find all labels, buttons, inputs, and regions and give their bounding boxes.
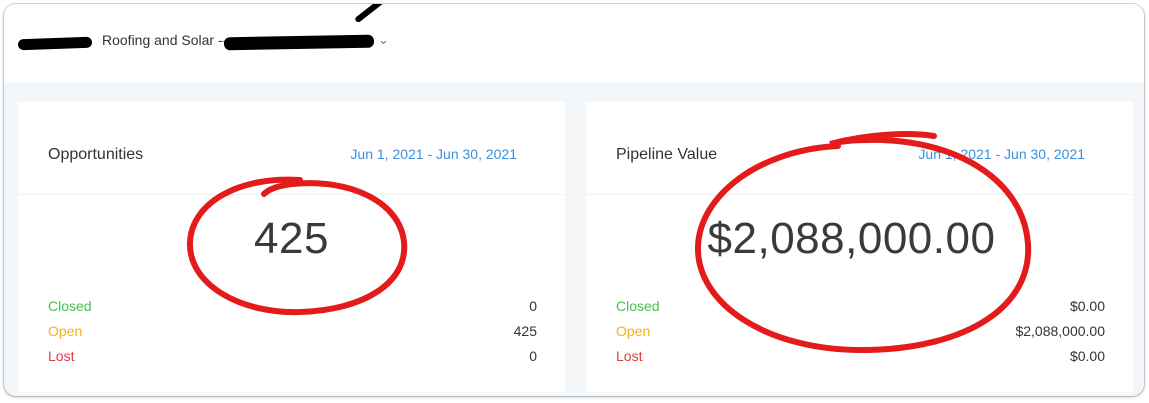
- chevron-down-icon[interactable]: ⌄: [378, 32, 389, 48]
- card-title: Pipeline Value: [616, 146, 718, 163]
- pipeline-value-card: Pipeline Value Jun 1, 2021 - Jun 30, 202…: [586, 102, 1133, 392]
- status-label: Open: [616, 323, 651, 339]
- status-label: Closed: [616, 298, 660, 314]
- status-value: 0: [529, 298, 537, 314]
- redaction-mark: [223, 34, 375, 51]
- date-range-link[interactable]: Jun 1, 2021 - Jun 30, 2021: [918, 146, 1085, 162]
- dashboard-frame: Roofing and Solar -- ⌄ Opportunities Jun…: [4, 4, 1144, 396]
- status-value: $0.00: [1069, 298, 1105, 314]
- opportunities-total: 425: [254, 214, 329, 263]
- card-title: Opportunities: [48, 146, 144, 163]
- status-label: Lost: [616, 348, 643, 364]
- status-value: $0.00: [1069, 348, 1105, 364]
- status-label: Lost: [48, 348, 75, 364]
- pipeline-total: $2,088,000.00: [707, 214, 996, 263]
- status-value: $2,088,000.00: [1015, 323, 1105, 339]
- date-range-link[interactable]: Jun 1, 2021 - Jun 30, 2021: [350, 146, 517, 162]
- opportunities-card: Opportunities Jun 1, 2021 - Jun 30, 2021…: [18, 102, 565, 392]
- status-label: Open: [48, 323, 83, 339]
- card-header: Pipeline Value Jun 1, 2021 - Jun 30, 202…: [586, 102, 1133, 195]
- status-row-lost: Lost 0: [48, 348, 537, 373]
- status-row-closed: Closed $0.00: [616, 298, 1105, 323]
- status-row-closed: Closed 0: [48, 298, 537, 323]
- account-name: Roofing and Solar --: [102, 32, 228, 48]
- redaction-mark: [17, 36, 93, 51]
- status-row-lost: Lost $0.00: [616, 348, 1105, 373]
- status-breakdown: Closed 0 Open 425 Lost 0: [48, 298, 537, 373]
- status-breakdown: Closed $0.00 Open $2,088,000.00 Lost $0.…: [616, 298, 1105, 373]
- status-value: 425: [513, 323, 537, 339]
- redaction-mark: [354, 4, 390, 24]
- status-row-open: Open 425: [48, 323, 537, 348]
- top-bar: Roofing and Solar -- ⌄: [4, 4, 1144, 82]
- status-row-open: Open $2,088,000.00: [616, 323, 1105, 348]
- status-label: Closed: [48, 298, 92, 314]
- status-value: 0: [529, 348, 537, 364]
- card-header: Opportunities Jun 1, 2021 - Jun 30, 2021: [18, 102, 565, 195]
